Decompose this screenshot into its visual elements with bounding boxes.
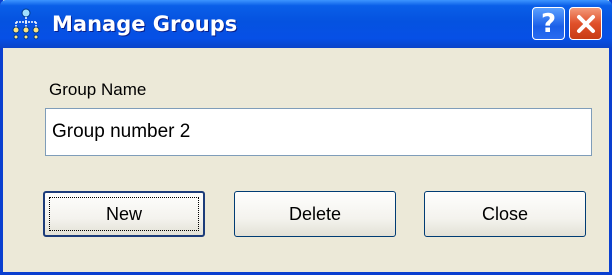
group-name-input[interactable] [45, 108, 592, 156]
focus-rectangle [49, 197, 199, 231]
new-button[interactable]: New [43, 191, 205, 237]
delete-button-label: Delete [288, 203, 342, 224]
help-icon: ? [540, 8, 557, 39]
close-button[interactable]: Close [424, 191, 586, 237]
title-close-button[interactable] [569, 7, 602, 40]
help-button[interactable]: ? [532, 7, 565, 40]
window-title: Manage Groups [52, 12, 238, 36]
close-button-label: Close [481, 203, 529, 224]
group-name-label: Group Name [49, 80, 147, 99]
groups-tree-icon [12, 8, 40, 40]
manage-groups-window: Manage Groups ? Group Name New Delete Cl… [0, 0, 612, 275]
delete-button[interactable]: Delete [234, 191, 396, 237]
title-bar[interactable]: Manage Groups ? [0, 0, 612, 48]
close-icon [576, 14, 595, 33]
